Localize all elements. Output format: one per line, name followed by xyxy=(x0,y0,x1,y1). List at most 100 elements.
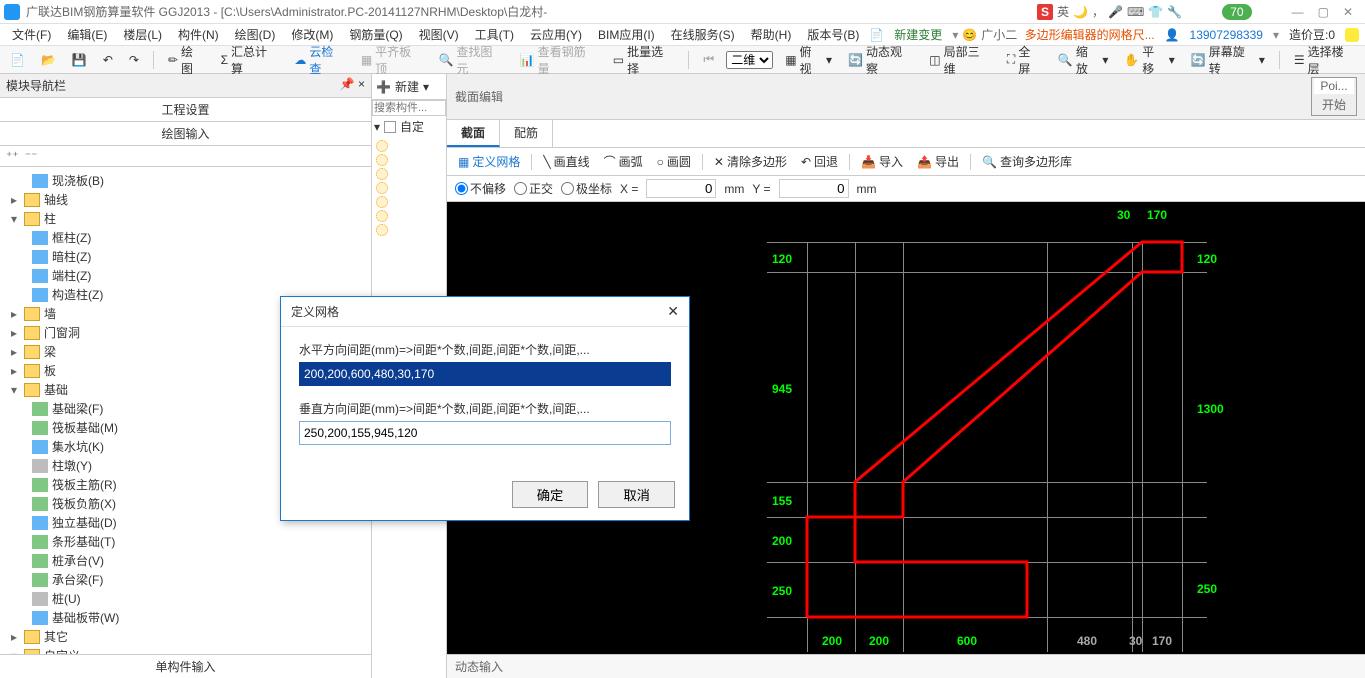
ime-punct-icon[interactable]: ， xyxy=(1092,3,1104,20)
tree-dz[interactable]: 端柱(Z) xyxy=(2,266,369,285)
list-item[interactable] xyxy=(374,223,444,237)
dynamic-input-bar[interactable]: 动态输入 xyxy=(447,654,1365,678)
ime-s-icon[interactable]: S xyxy=(1037,4,1053,20)
dt-line[interactable]: ╲ 画直线 xyxy=(540,152,592,171)
close-button[interactable]: ✕ xyxy=(1343,5,1353,19)
tb-save[interactable]: 💾 xyxy=(68,51,91,69)
new-component-button[interactable]: ➕新建 ▾ xyxy=(372,74,446,100)
tb-fullscreen[interactable]: ⛶ 全屏 xyxy=(1003,41,1046,79)
tb-sum[interactable]: Σ 汇总计算 xyxy=(217,41,283,79)
list-item[interactable] xyxy=(374,195,444,209)
tb-nav-first[interactable]: ⏮ xyxy=(699,50,718,69)
minimize-button[interactable]: — xyxy=(1292,5,1304,19)
v-spacing-input[interactable] xyxy=(299,421,671,445)
dt-import[interactable]: 📥 导入 xyxy=(858,152,906,171)
tb-find-graph[interactable]: 🔍 查找图元 xyxy=(434,41,507,79)
tab-section[interactable]: 截面 xyxy=(447,120,500,147)
dialog-titlebar[interactable]: 定义网格 ✕ xyxy=(281,297,689,327)
ime-lang[interactable]: 英 xyxy=(1057,3,1069,20)
tb-redo[interactable]: ↷ xyxy=(125,51,143,69)
ime-skin-icon[interactable]: 👕 xyxy=(1148,5,1163,19)
bean-icon[interactable] xyxy=(1345,28,1359,42)
tree-axis[interactable]: ▸轴线 xyxy=(2,190,369,209)
tb-cloud-check[interactable]: ☁ 云检查 xyxy=(290,41,348,79)
dt-circle[interactable]: ○ 画圆 xyxy=(654,152,694,171)
tree-txjc[interactable]: 条形基础(T) xyxy=(2,532,369,551)
tb-rotate[interactable]: 🔄 屏幕旋转 ▾ xyxy=(1187,41,1269,79)
tb-new[interactable]: 📄 xyxy=(6,51,29,69)
dim-b600: 600 xyxy=(957,634,977,648)
menu-edit[interactable]: 编辑(E) xyxy=(61,24,113,45)
search-component-input[interactable] xyxy=(372,100,446,116)
tree-custom[interactable]: ▾自定义 xyxy=(2,646,369,654)
tree-other[interactable]: ▸其它 xyxy=(2,627,369,646)
badge-70[interactable]: 70 xyxy=(1222,4,1251,20)
list-item[interactable] xyxy=(374,181,444,195)
tb-flat-roof[interactable]: ▦ 平齐板顶 xyxy=(357,41,427,79)
tb-view-rebar[interactable]: 📊 查看钢筋量 xyxy=(516,41,601,79)
tb-bird[interactable]: ▦ 俯视 ▾ xyxy=(781,41,836,79)
dt-export[interactable]: 📤 导出 xyxy=(914,152,962,171)
cancel-button[interactable]: 取消 xyxy=(598,481,675,508)
dt-clear-poly[interactable]: ✕ 清除多边形 xyxy=(711,152,790,171)
list-item[interactable] xyxy=(374,167,444,181)
dt-def-grid[interactable]: ▦ 定义网格 xyxy=(455,152,523,171)
tb-pan[interactable]: ✋ 平移 ▾ xyxy=(1120,41,1178,79)
folder-icon xyxy=(24,345,40,359)
h-spacing-input[interactable] xyxy=(299,362,671,386)
plus-icon: ➕ xyxy=(376,80,391,94)
ok-button[interactable]: 确定 xyxy=(512,481,589,508)
draw-toolbar: ▦ 定义网格 ╲ 画直线 ⌒ 画弧 ○ 画圆 ✕ 清除多边形 ↶ 回退 📥 导入… xyxy=(447,148,1365,176)
x-input[interactable] xyxy=(646,179,716,198)
list-item[interactable] xyxy=(374,153,444,167)
dt-arc[interactable]: ⌒ 画弧 xyxy=(601,152,646,171)
y-input[interactable] xyxy=(779,179,849,198)
expand-add-icon[interactable]: ⁺⁺ xyxy=(6,149,19,163)
tree-col[interactable]: ▾柱 xyxy=(2,209,369,228)
tree-kz[interactable]: 框柱(Z) xyxy=(2,228,369,247)
draw-input-header[interactable]: 绘图输入 xyxy=(0,122,371,146)
menu-file[interactable]: 文件(F) xyxy=(6,24,57,45)
collapse-icon[interactable]: ⁻⁻ xyxy=(25,149,38,163)
tree-az[interactable]: 暗柱(Z) xyxy=(2,247,369,266)
tb-sel-floor[interactable]: ☰ 选择楼层 xyxy=(1290,41,1359,79)
gear-icon xyxy=(376,224,388,236)
tab-rebar[interactable]: 配筋 xyxy=(500,120,553,147)
list-item[interactable] xyxy=(374,209,444,223)
radio-ortho[interactable]: 正交 xyxy=(514,180,553,197)
maximize-button[interactable]: ▢ xyxy=(1318,5,1329,19)
tb-local-3d[interactable]: ◫ 局部三维 xyxy=(925,41,995,79)
tb-open[interactable]: 📂 xyxy=(37,51,60,69)
tree-xjb[interactable]: 现浇板(B) xyxy=(2,171,369,190)
dialog-close-button[interactable]: ✕ xyxy=(667,303,679,320)
list-root[interactable]: ▾自定 xyxy=(372,116,446,137)
ime-tool-icon[interactable]: 🔧 xyxy=(1167,5,1182,19)
pin-icon[interactable]: 📌 × xyxy=(340,77,365,94)
list-item[interactable] xyxy=(374,139,444,153)
found-icon xyxy=(32,611,48,625)
dim-l200: 200 xyxy=(772,534,792,548)
proj-set-header[interactable]: 工程设置 xyxy=(0,98,371,122)
start-button[interactable]: 开始 xyxy=(1312,94,1356,115)
tree-zct[interactable]: 桩承台(V) xyxy=(2,551,369,570)
tree-ctl[interactable]: 承台梁(F) xyxy=(2,570,369,589)
tb-dyn-obs[interactable]: 🔄 动态观察 xyxy=(844,41,917,79)
dt-undo[interactable]: ↶ 回退 xyxy=(798,152,841,171)
tb-zoom[interactable]: 🔍 缩放 ▾ xyxy=(1054,41,1112,79)
tree-jcbd[interactable]: 基础板带(W) xyxy=(2,608,369,627)
ime-moon-icon[interactable]: 🌙 xyxy=(1073,5,1088,19)
ime-keyboard-icon[interactable]: ⌨ xyxy=(1127,5,1144,19)
component-list xyxy=(372,137,446,239)
tb-undo[interactable]: ↶ xyxy=(99,51,117,69)
tb-dim-select[interactable]: 二维 xyxy=(726,51,773,69)
radio-no-offset[interactable]: 不偏移 xyxy=(455,180,506,197)
dt-query[interactable]: 🔍 查询多边形库 xyxy=(979,152,1075,171)
tb-batch-sel[interactable]: ▭ 批量选择 xyxy=(609,41,679,79)
tb-draw[interactable]: ✏绘图 xyxy=(164,41,209,79)
ime-mic-icon[interactable]: 🎤 xyxy=(1108,5,1123,19)
menu-floor[interactable]: 楼层(L) xyxy=(117,24,168,45)
user-phone[interactable]: 13907298339 xyxy=(1190,28,1263,42)
single-input-header[interactable]: 单构件输入 xyxy=(0,654,371,678)
tree-zhuang[interactable]: 桩(U) xyxy=(2,589,369,608)
radio-polar[interactable]: 极坐标 xyxy=(561,180,612,197)
